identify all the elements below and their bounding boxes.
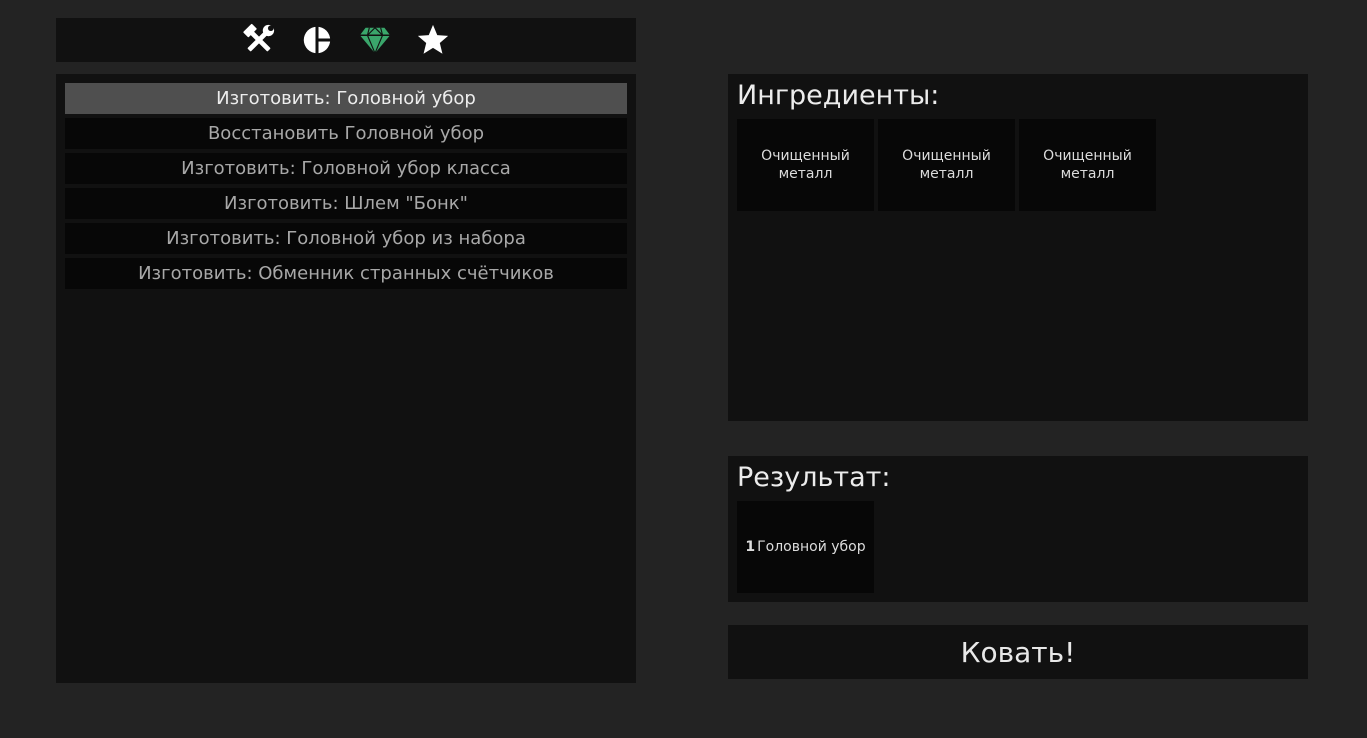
recipe-list: Изготовить: Головной убор Восстановить Г… — [65, 83, 627, 293]
category-tab-bar — [56, 18, 636, 62]
result-slot[interactable]: 1 Головной убор — [737, 501, 874, 593]
tab-favorites[interactable] — [415, 22, 451, 58]
recipe-item-craft-class-headwear[interactable]: Изготовить: Головной убор класса — [65, 153, 627, 184]
ingredient-slot[interactable]: Очищенный металл — [737, 119, 874, 211]
ingredients-panel: Ингредиенты: Очищенный металл Очищенный … — [728, 74, 1308, 421]
result-title: Результат: — [737, 462, 891, 493]
pie-chart-icon — [303, 24, 333, 56]
result-panel: Результат: 1 Головной убор — [728, 456, 1308, 602]
recipe-item-craft-bonk-helmet[interactable]: Изготовить: Шлем "Бонк" — [65, 188, 627, 219]
ingredients-title: Ингредиенты: — [737, 80, 940, 111]
result-quantity: 1 — [745, 539, 756, 555]
hammer-wrench-icon — [243, 23, 275, 52]
tab-crafting[interactable] — [241, 22, 277, 58]
recipe-item-craft-strange-counter-swap[interactable]: Изготовить: Обменник странных счётчиков — [65, 258, 627, 289]
star-icon — [417, 24, 449, 54]
gem-icon — [359, 26, 391, 55]
ingredient-slots: Очищенный металл Очищенный металл Очищен… — [737, 119, 1156, 211]
ingredient-name: Очищенный металл — [1043, 148, 1132, 182]
ingredient-slot[interactable]: Очищенный металл — [1019, 119, 1156, 211]
recipe-item-restore-headwear[interactable]: Восстановить Головной убор — [65, 118, 627, 149]
result-name: Головной убор — [757, 539, 866, 555]
ingredient-name: Очищенный металл — [761, 148, 850, 182]
forge-button[interactable]: Ковать! — [728, 625, 1308, 679]
recipe-item-craft-headwear[interactable]: Изготовить: Головной убор — [65, 83, 627, 114]
tab-stats[interactable] — [299, 22, 335, 58]
tab-gems[interactable] — [357, 22, 393, 58]
ingredient-slot[interactable]: Очищенный металл — [878, 119, 1015, 211]
recipe-item-craft-set-headwear[interactable]: Изготовить: Головной убор из набора — [65, 223, 627, 254]
recipe-list-panel: Изготовить: Головной убор Восстановить Г… — [56, 74, 636, 683]
result-slots: 1 Головной убор — [737, 501, 874, 593]
ingredient-name: Очищенный металл — [902, 148, 991, 182]
